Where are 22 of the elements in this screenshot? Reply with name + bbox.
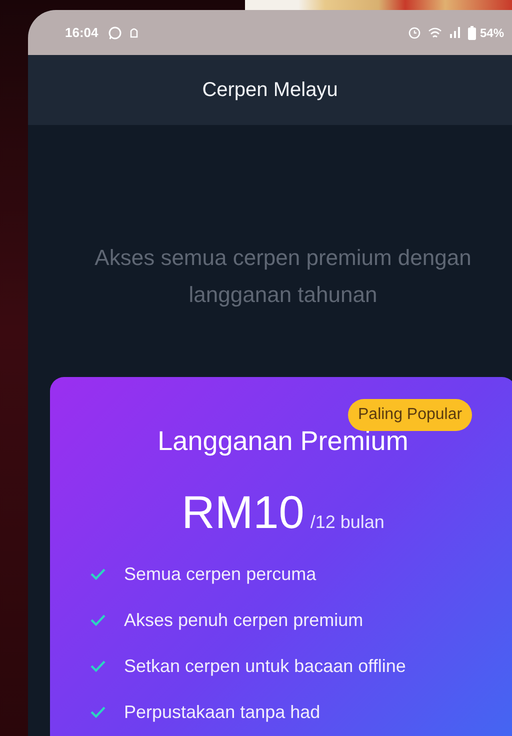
plan-period: /12 bulan [310, 512, 384, 533]
battery-percent: 54% [480, 26, 504, 40]
plan-price: RM10 [182, 485, 304, 539]
chat-bubble-icon [108, 26, 122, 40]
notification-icon [129, 26, 140, 40]
popular-badge: Paling Popular [348, 399, 472, 431]
checkmark-icon [90, 568, 106, 580]
signal-icon [448, 27, 461, 38]
battery-icon [468, 26, 476, 40]
feature-text: Perpustakaan tanpa had [124, 701, 320, 724]
checkmark-icon [90, 706, 106, 718]
feature-text: Akses penuh cerpen premium [124, 609, 364, 632]
subtitle-text: Akses semua cerpen premium dengan langganan tahunan [94, 244, 472, 309]
feature-text: Setkan cerpen untuk bacaan offline [124, 655, 406, 678]
checkmark-icon [90, 660, 106, 672]
alarm-icon [408, 26, 421, 39]
app-title: Cerpen Melayu [202, 78, 338, 102]
feature-text: Semua cerpen percuma [124, 563, 316, 586]
checkmark-icon [90, 614, 106, 626]
status-time: 16:04 [65, 25, 98, 40]
plan-card[interactable]: Paling Popular Langganan Premium RM10/12 bulan Semua cerpen percuma Akses penuh cerpen premium Setkan cerpen untuk bacaan offline Perpustakaan tanpa had [50, 377, 512, 736]
wifi-icon [428, 26, 442, 38]
